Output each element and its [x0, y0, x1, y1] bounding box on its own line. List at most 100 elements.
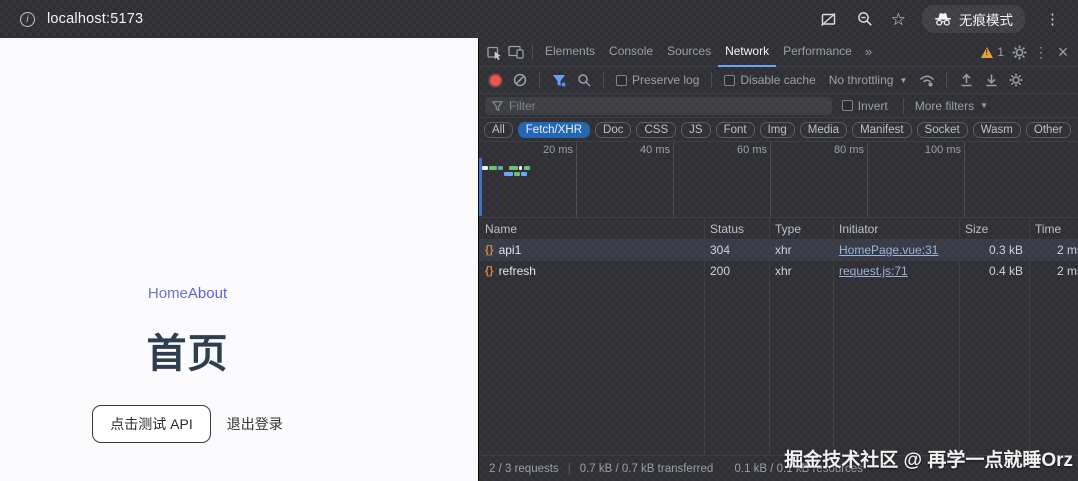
waterfall-bar — [524, 166, 530, 170]
requests-table: Name Status Type Initiator Size Time {} … — [479, 218, 1078, 455]
col-time[interactable]: Time — [1029, 218, 1078, 239]
table-row[interactable]: {} refresh 200 xhr request.js:71 0.4 kB … — [479, 261, 1078, 282]
column-divider[interactable] — [769, 218, 770, 455]
divider — [722, 463, 725, 475]
disable-cache-label: Disable cache — [740, 73, 815, 87]
network-filter-row: Filter Invert More filters ▼ — [479, 94, 1078, 118]
invert-checkbox[interactable]: Invert — [838, 99, 892, 113]
logout-button[interactable]: 退出登录 — [227, 414, 283, 434]
column-divider[interactable] — [959, 218, 960, 455]
site-info-icon[interactable]: i — [20, 12, 35, 27]
chevron-down-icon: ▼ — [980, 101, 988, 110]
chip-font[interactable]: Font — [716, 122, 755, 138]
gridline — [576, 142, 577, 217]
info-glyph: i — [26, 14, 28, 25]
network-overview[interactable]: 20 ms 40 ms 60 ms 80 ms 100 ms — [479, 142, 1078, 218]
chip-socket[interactable]: Socket — [917, 122, 968, 138]
tab-elements[interactable]: Elements — [538, 38, 602, 67]
waterfall-bar — [498, 166, 503, 170]
waterfall-bar — [514, 172, 520, 176]
throttling-select[interactable]: No throttling ▼ — [823, 73, 914, 87]
chip-media[interactable]: Media — [800, 122, 847, 138]
chip-fetch-xhr[interactable]: Fetch/XHR — [518, 122, 590, 138]
transferred-size: 0.7 kB / 0.7 kB transferred — [580, 463, 714, 475]
bookmark-star-icon[interactable]: ☆ — [891, 11, 906, 28]
tab-console[interactable]: Console — [602, 38, 660, 67]
clear-network-log-icon[interactable] — [509, 69, 531, 91]
column-divider[interactable] — [1029, 218, 1030, 455]
issues-badge[interactable]: 1 — [977, 45, 1008, 59]
disable-cache-checkbox[interactable]: Disable cache — [720, 73, 819, 87]
incognito-icon — [934, 12, 952, 26]
request-status: 200 — [704, 261, 769, 282]
chip-manifest[interactable]: Manifest — [852, 122, 911, 138]
table-row[interactable]: {} api1 304 xhr HomePage.vue:31 0.3 kB 2… — [479, 240, 1078, 261]
network-conditions-icon[interactable] — [916, 69, 938, 91]
export-har-icon[interactable] — [980, 69, 1002, 91]
request-type: xhr — [769, 261, 833, 282]
chip-css[interactable]: CSS — [636, 122, 676, 138]
close-devtools-icon[interactable]: × — [1052, 41, 1074, 63]
col-name[interactable]: Name — [479, 218, 704, 239]
issues-count: 1 — [997, 45, 1004, 59]
column-divider[interactable] — [833, 218, 834, 455]
zoom-icon[interactable] — [855, 9, 875, 29]
device-toolbar-icon[interactable] — [505, 41, 527, 63]
more-filters-dropdown[interactable]: More filters ▼ — [915, 99, 988, 113]
chip-wasm[interactable]: Wasm — [973, 122, 1021, 138]
chip-js[interactable]: JS — [681, 122, 710, 138]
button-row: 点击测试 API 退出登录 — [0, 405, 375, 443]
network-settings-gear-icon[interactable] — [1005, 69, 1027, 91]
request-time: 2 ms — [1029, 240, 1078, 261]
timeline-tick: 60 ms — [707, 144, 767, 156]
col-size[interactable]: Size — [959, 218, 1029, 239]
column-divider[interactable] — [704, 218, 705, 455]
divider — [539, 72, 540, 88]
chip-all[interactable]: All — [484, 122, 513, 138]
timeline-tick: 20 ms — [513, 144, 573, 156]
chip-doc[interactable]: Doc — [595, 122, 631, 138]
app-content: HomeAbout 首页 点击测试 API 退出登录 — [0, 38, 375, 443]
filter-input[interactable]: Filter — [485, 97, 832, 115]
record-network-log-icon[interactable] — [490, 75, 501, 86]
nav-link-about[interactable]: About — [188, 285, 227, 302]
inspect-element-icon[interactable] — [483, 41, 505, 63]
app-page: HomeAbout 首页 点击测试 API 退出登录 — [0, 38, 478, 481]
chip-other[interactable]: Other — [1026, 122, 1071, 138]
invert-label: Invert — [858, 99, 888, 113]
browser-menu-icon[interactable]: ⋮ — [1041, 10, 1064, 28]
settings-gear-icon[interactable] — [1008, 41, 1030, 63]
import-har-icon[interactable] — [955, 69, 977, 91]
col-status[interactable]: Status — [704, 218, 769, 239]
tab-network[interactable]: Network — [718, 38, 776, 67]
waterfall-bar — [521, 172, 527, 176]
search-icon[interactable] — [573, 69, 595, 91]
send-to-devices-icon[interactable] — [819, 9, 839, 29]
devtools-menu-icon[interactable]: ⋮ — [1030, 41, 1052, 63]
timeline-tick: 40 ms — [610, 144, 670, 156]
preserve-log-label: Preserve log — [632, 73, 699, 87]
chevron-down-icon: ▼ — [899, 76, 907, 85]
screenshot-root: i localhost:5173 ☆ 无痕模式 ⋮ HomeAbout 首页 点… — [0, 0, 1078, 481]
browser-address-bar: i localhost:5173 ☆ 无痕模式 ⋮ — [0, 0, 1078, 38]
json-braces-icon: {} — [485, 261, 494, 282]
initiator-link[interactable]: HomePage.vue:31 — [839, 243, 938, 257]
tab-sources[interactable]: Sources — [660, 38, 718, 67]
app-nav: HomeAbout — [0, 285, 375, 303]
divider: | — [568, 463, 571, 475]
page-title: 首页 — [0, 321, 375, 379]
chip-img[interactable]: Img — [760, 122, 795, 138]
filter-funnel-icon[interactable] — [548, 69, 570, 91]
nav-link-home[interactable]: Home — [148, 285, 188, 302]
throttling-value: No throttling — [829, 73, 894, 87]
test-api-button[interactable]: 点击测试 API — [92, 405, 210, 443]
more-tabs-icon[interactable]: » — [859, 38, 878, 67]
col-type[interactable]: Type — [769, 218, 833, 239]
url-text[interactable]: localhost:5173 — [47, 11, 143, 27]
watermark-text: 掘金技术社区 @ 再学一点就睡Orz — [784, 445, 1073, 472]
col-initiator[interactable]: Initiator — [833, 218, 959, 239]
preserve-log-checkbox[interactable]: Preserve log — [612, 73, 703, 87]
initiator-link[interactable]: request.js:71 — [839, 264, 908, 278]
requests-count[interactable]: 2 / 3 requests — [489, 463, 559, 475]
tab-performance[interactable]: Performance — [776, 38, 859, 67]
